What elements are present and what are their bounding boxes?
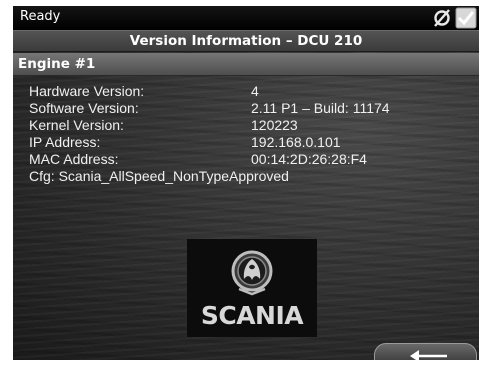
info-value: 120223 xyxy=(251,117,298,133)
info-label: Software Version: xyxy=(29,100,139,116)
status-bar: Ready xyxy=(13,6,479,30)
logo-word: SCANIA xyxy=(200,301,304,330)
back-button[interactable] xyxy=(374,343,477,360)
info-value: 192.168.0.101 xyxy=(251,134,341,150)
scania-logo: SCANIA xyxy=(187,239,317,337)
page-title: Version Information – DCU 210 xyxy=(129,33,363,49)
griffin-icon xyxy=(231,250,273,296)
title-bar: Version Information – DCU 210 xyxy=(13,30,479,52)
info-label: Hardware Version: xyxy=(29,83,145,99)
check-icon xyxy=(455,7,477,29)
info-label: Kernel Version: xyxy=(29,117,124,133)
status-text: Ready xyxy=(20,9,61,24)
section-header: Engine #1 xyxy=(13,53,479,76)
cfg-text: Cfg: Scania_AllSpeed_NonTypeApproved xyxy=(29,168,289,184)
info-label: MAC Address: xyxy=(29,151,119,167)
screen: Ready Version Information – DCU 210 Engi… xyxy=(13,6,479,360)
info-label: IP Address: xyxy=(29,134,101,150)
no-link-icon xyxy=(434,9,450,27)
back-arrow-icon xyxy=(410,350,447,360)
info-value: 4 xyxy=(251,83,259,99)
info-value: 2.11 P1 – Build: 11174 xyxy=(251,100,390,116)
info-value: 00:14:2D:26:28:F4 xyxy=(251,151,367,167)
status-icons xyxy=(431,7,477,29)
section-title: Engine #1 xyxy=(18,56,96,72)
